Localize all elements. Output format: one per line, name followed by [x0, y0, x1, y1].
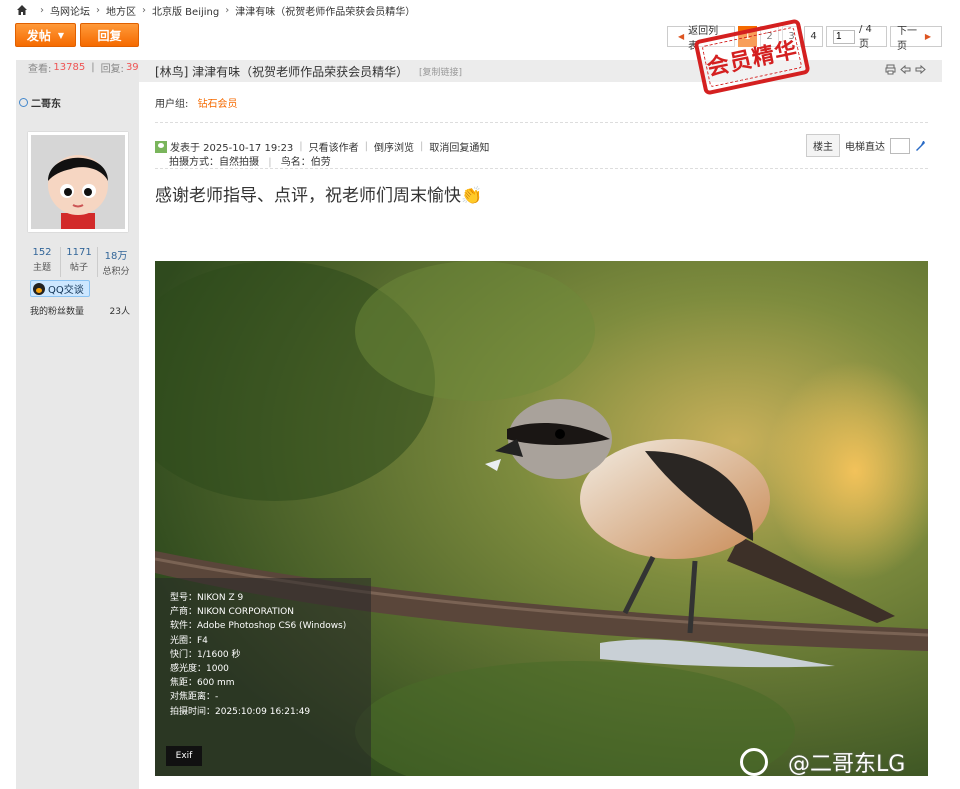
breadcrumb-region[interactable]: 地方区 — [106, 3, 136, 18]
titlebar-icons — [885, 64, 926, 75]
qq-penguin-icon — [33, 282, 45, 295]
prev-thread-icon[interactable] — [900, 64, 911, 75]
breadcrumb-thread[interactable]: 津津有味（祝贺老师作品荣获会员精华） — [235, 3, 415, 18]
elevator-label: 电梯直达 — [845, 142, 885, 153]
avatar-cartoon-icon — [31, 135, 125, 229]
exif-line: 快门：1/1600 秒 — [170, 649, 241, 660]
post-main: [林鸟] 津津有味（祝贺老师作品荣获会员精华） [复制链接] 用户组: 钻石会员… — [139, 60, 942, 789]
divider — [155, 122, 928, 123]
post-photo[interactable]: 型号：NIKON Z 9 产商：NIKON CORPORATION 软件：Ado… — [155, 261, 928, 776]
page-jump-input[interactable] — [833, 29, 855, 44]
caret-down-icon: ▼ — [57, 30, 65, 40]
qq-chat-label: QQ交谈 — [48, 285, 84, 296]
floor-badge: 楼主 — [806, 134, 840, 157]
copy-link[interactable]: [复制链接] — [419, 65, 462, 78]
topics-count-number: 152 — [32, 247, 52, 258]
post-meta: 发表于 2025-10-17 19:23 | 只看该作者 | 倒序浏览 | 取消… — [155, 139, 489, 154]
floor-tools: 楼主 电梯直达 — [806, 134, 926, 157]
print-icon[interactable] — [885, 64, 896, 75]
views-count: 13785 — [53, 62, 86, 73]
elevator-input[interactable] — [890, 137, 910, 154]
exif-line: 感光度：1000 — [170, 664, 229, 675]
points-count-number: 18万 — [104, 251, 128, 262]
user-group: 用户组: 钻石会员 — [155, 95, 238, 110]
meta-divider: | — [420, 141, 424, 152]
exif-line: 对焦距离：- — [170, 692, 219, 703]
bird-name: 鸟名：伯劳 — [280, 157, 331, 168]
page-jump: / 4 页 — [826, 23, 887, 50]
avatar[interactable] — [28, 132, 128, 232]
author-name[interactable]: 二哥东 — [19, 95, 61, 110]
divider — [155, 168, 928, 169]
post-headline: 感谢老师指导、点评，祝老师们周末愉快👏 — [155, 186, 483, 206]
exif-toggle-button[interactable]: Exif — [166, 746, 202, 766]
wrench-icon[interactable] — [915, 140, 926, 152]
breadcrumb: › 鸟网论坛 › 地方区 › 北京版 Beijing › 津津有味（祝贺老师作品… — [16, 3, 415, 18]
next-page-button[interactable]: 下一页 ▶ — [890, 26, 942, 52]
next-page-label: 下一页 — [897, 25, 917, 52]
thread-title: [林鸟] 津津有味（祝贺老师作品荣获会员精华） — [155, 65, 409, 79]
exif-line: 拍摄时间：2025:10:09 16:21:49 — [170, 706, 311, 717]
next-thread-icon[interactable] — [915, 64, 926, 75]
topics-count[interactable]: 152 主题 — [24, 247, 61, 277]
watermark-text: @二哥东LG — [788, 752, 906, 777]
only-author-link[interactable]: 只看该作者 — [309, 139, 359, 154]
posted-at: 发表于 2025-10-17 19:23 — [170, 143, 294, 154]
author-online-icon — [155, 140, 167, 153]
fans-value: 23人 — [109, 307, 130, 317]
stats-divider: | — [91, 62, 95, 73]
fans-row: 我的粉丝数量 23人 — [30, 304, 130, 317]
exif-line: 软件：Adobe Photoshop CS6 (Windows) — [170, 621, 347, 632]
chevron-right-icon: › — [142, 4, 146, 16]
chevron-right-icon: › — [96, 4, 100, 16]
reply-button[interactable]: 回复 — [80, 23, 139, 47]
post-button-label: 发帖 — [26, 28, 51, 43]
shoot-method: 拍摄方式：自然拍摄 — [169, 157, 259, 168]
author-name-text: 二哥东 — [31, 99, 61, 110]
breadcrumb-forum[interactable]: 鸟网论坛 — [50, 3, 90, 18]
post-tags: 拍摄方式：自然拍摄 | 鸟名：伯劳 — [169, 153, 331, 168]
user-group-label: 用户组: — [155, 99, 189, 110]
page-total-label: / 4 页 — [859, 23, 872, 50]
points-count-label: 总积分 — [102, 267, 130, 277]
replies-count: 39 — [125, 62, 139, 73]
post-button[interactable]: 发帖 ▼ — [15, 23, 76, 47]
posts-count-label: 帖子 — [69, 263, 88, 273]
breadcrumb-board[interactable]: 北京版 Beijing — [152, 3, 219, 18]
user-group-value[interactable]: 钻石会员 — [198, 99, 238, 110]
meta-divider: | — [364, 141, 369, 152]
fans-label: 我的粉丝数量 — [30, 307, 85, 317]
meta-divider: | — [299, 141, 303, 152]
triangle-right-icon: ▶ — [924, 32, 931, 41]
exif-line: 焦距：600 mm — [170, 678, 235, 689]
exif-line: 光圈：F4 — [170, 635, 208, 646]
thread-stats: 查看: 13785 | 回复: 39 — [16, 60, 139, 75]
replies-label: 回复: — [100, 64, 124, 75]
chevron-right-icon: › — [40, 4, 44, 16]
topics-count-label: 主题 — [32, 263, 51, 273]
exif-line: 产商：NIKON CORPORATION — [170, 607, 294, 618]
author-counts: 152 主题 1171 帖子 18万 总积分 — [24, 247, 134, 277]
page: › 鸟网论坛 › 地方区 › 北京版 Beijing › 津津有味（祝贺老师作品… — [0, 0, 960, 789]
views-label: 查看: — [28, 64, 52, 75]
thread-titlebar: [林鸟] 津津有味（祝贺老师作品荣获会员精华） [复制链接] — [139, 60, 942, 82]
posts-count[interactable]: 1171 帖子 — [61, 247, 98, 277]
qq-chat-button[interactable]: QQ交谈 — [30, 280, 90, 297]
watermark-logo-icon — [740, 748, 768, 776]
points-count[interactable]: 18万 总积分 — [98, 247, 134, 277]
watermark: @二哥东LG — [740, 746, 905, 778]
posts-count-number: 1171 — [66, 247, 92, 258]
home-icon[interactable] — [16, 4, 28, 16]
reverse-order-link[interactable]: 倒序浏览 — [374, 139, 414, 154]
meta-divider: | — [268, 157, 272, 168]
page-link-4[interactable]: 4 — [804, 26, 823, 47]
online-status-icon — [19, 98, 28, 107]
cancel-notify-link[interactable]: 取消回复通知 — [429, 139, 489, 154]
author-sidebar: 查看: 13785 | 回复: 39 二哥东 152 主题 1171 帖子 18… — [16, 60, 139, 789]
triangle-left-icon: ◀ — [678, 32, 685, 41]
exif-line: 型号：NIKON Z 9 — [170, 593, 244, 603]
chevron-right-icon: › — [225, 4, 230, 16]
exif-panel: 型号：NIKON Z 9 产商：NIKON CORPORATION 软件：Ado… — [155, 578, 371, 776]
